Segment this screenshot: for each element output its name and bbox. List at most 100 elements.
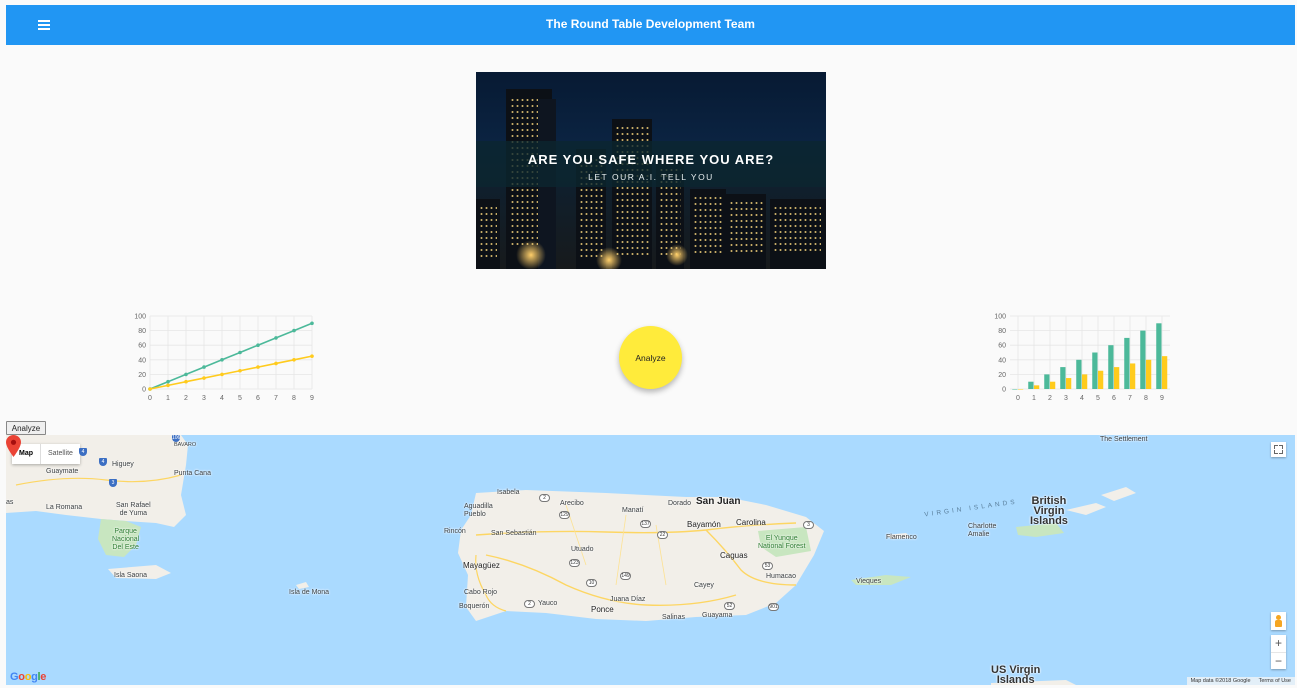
bar — [1146, 359, 1152, 389]
analyze-fab-button[interactable]: Analyze — [619, 326, 682, 389]
fullscreen-icon[interactable] — [1271, 442, 1286, 457]
y-tick-label: 0 — [1002, 387, 1006, 394]
map-label-cabo-rojo: Cabo Rojo — [464, 589, 498, 596]
route-shield: 3 — [109, 479, 117, 487]
street-light — [666, 244, 688, 266]
route-shield: 129 — [559, 511, 570, 519]
zoom-out-button[interactable]: − — [1271, 652, 1286, 669]
route-shield: 901 — [768, 603, 779, 611]
data-point — [184, 379, 188, 384]
data-point — [274, 336, 278, 340]
x-tick-label: 4 — [1080, 395, 1084, 402]
bar-chart: 0 20 40 60 80 100 0 1 2 3 4 5 6 7 8 9 — [984, 309, 1180, 407]
map-label-ponce: Ponce — [591, 605, 614, 614]
building — [690, 189, 726, 269]
isla-de-mona — [296, 582, 309, 589]
bar — [1092, 352, 1098, 389]
tortola-island — [1066, 503, 1106, 515]
data-point — [220, 372, 224, 377]
map-label-bvi: British Virgin Islands — [1030, 495, 1068, 527]
bar — [1060, 367, 1066, 389]
map-label-flamenco: Flamenco — [886, 534, 917, 541]
map-label-mayaguez: Mayagüez — [463, 561, 500, 570]
google-logo: Google — [10, 671, 46, 683]
app-bar: The Round Table Development Team — [6, 5, 1295, 45]
data-point — [238, 350, 242, 355]
data-point — [166, 383, 170, 388]
x-tick-label: 9 — [310, 395, 314, 402]
virgin-gorda-island — [1101, 487, 1136, 501]
bar — [1140, 330, 1146, 389]
map-attribution: Map data ©2018 Google Terms of Use — [1186, 677, 1295, 685]
map-label-cut-off: as — [6, 499, 14, 506]
data-point — [220, 358, 224, 362]
x-tick-label: 4 — [220, 395, 224, 402]
zoom-control: + − — [1271, 635, 1286, 669]
x-tick-label: 2 — [184, 395, 188, 402]
map-type-control: Map Satellite — [12, 444, 80, 464]
route-shield: 10 — [586, 579, 597, 587]
map-label-humacao: Humacao — [766, 573, 796, 580]
map-label-boqueron: Boquerón — [459, 603, 490, 610]
data-point — [292, 328, 296, 333]
bar — [1076, 359, 1082, 389]
map-label-isla-de-mona: Isla de Mona — [289, 589, 330, 596]
terms-of-use-link[interactable]: Terms of Use — [1259, 678, 1291, 684]
data-point — [238, 368, 242, 373]
map-label-el-yunque: El Yunque National Forest — [758, 535, 806, 550]
data-point — [274, 361, 278, 366]
y-tick-label: 80 — [138, 328, 146, 335]
map-label-la-romana: La Romana — [46, 504, 83, 511]
route-shield: 22 — [657, 531, 668, 539]
map-label-juana-diaz: Juana Díaz — [610, 596, 646, 603]
map-data-credit: Map data ©2018 Google — [1190, 678, 1251, 684]
banner-subline: LET OUR A.I. TELL YOU — [588, 172, 714, 182]
map-type-satellite-button[interactable]: Satellite — [41, 444, 80, 464]
map-label-carolina: Carolina — [736, 518, 766, 527]
data-point — [292, 358, 296, 362]
bar — [1012, 389, 1018, 390]
bar — [1162, 356, 1168, 389]
location-pin-icon[interactable] — [6, 435, 21, 457]
bar — [1034, 385, 1040, 389]
pegman-icon[interactable] — [1271, 612, 1286, 630]
map-label-vieques: Vieques — [856, 578, 882, 585]
hero-banner: ARE YOU SAFE WHERE YOU ARE? LET OUR A.I.… — [476, 72, 826, 269]
y-tick-label: 20 — [138, 372, 146, 379]
map-label-caguas: Caguas — [720, 551, 748, 560]
bar — [1130, 363, 1136, 389]
map-label-bavaro: BAVARO — [174, 442, 197, 448]
x-tick-label: 1 — [1032, 395, 1036, 402]
data-point — [202, 365, 206, 369]
map[interactable]: Map Satellite + − San Juan Isabela Areci… — [6, 435, 1295, 685]
route-shield: 2 — [524, 600, 535, 608]
map-label-charlotte-amalie: Charlotte Amalie — [968, 523, 997, 538]
y-tick-label: 40 — [138, 357, 146, 364]
y-tick-label: 20 — [998, 372, 1006, 379]
route-shield: 149 — [620, 572, 631, 580]
route-shield: 3 — [803, 521, 814, 529]
x-tick-label: 1 — [166, 395, 170, 402]
zoom-in-button[interactable]: + — [1271, 635, 1286, 652]
building — [726, 194, 766, 269]
y-tick-label: 40 — [998, 357, 1006, 364]
data-point — [202, 376, 206, 380]
data-point — [256, 343, 260, 347]
map-label-bayamon: Bayamón — [687, 520, 721, 529]
route-shield: 137 — [640, 520, 651, 528]
map-label-san-rafael: San Rafael de Yuma — [116, 502, 151, 517]
route-shield: 53 — [762, 562, 773, 570]
y-tick-label: 0 — [142, 387, 146, 394]
bar — [1044, 374, 1050, 389]
map-label-the-settlement: The Settlement — [1100, 436, 1148, 443]
map-label-dorado: Dorado — [668, 500, 691, 507]
x-tick-label: 3 — [1064, 395, 1068, 402]
x-tick-label: 6 — [1112, 395, 1116, 402]
data-point — [310, 321, 314, 326]
x-tick-label: 5 — [1096, 395, 1100, 402]
series-line — [149, 322, 313, 390]
bar — [1098, 370, 1104, 389]
map-label-salinas: Salinas — [662, 614, 685, 621]
google-logo-letter: e — [40, 671, 47, 683]
analyze-button[interactable]: Analyze — [6, 421, 46, 435]
